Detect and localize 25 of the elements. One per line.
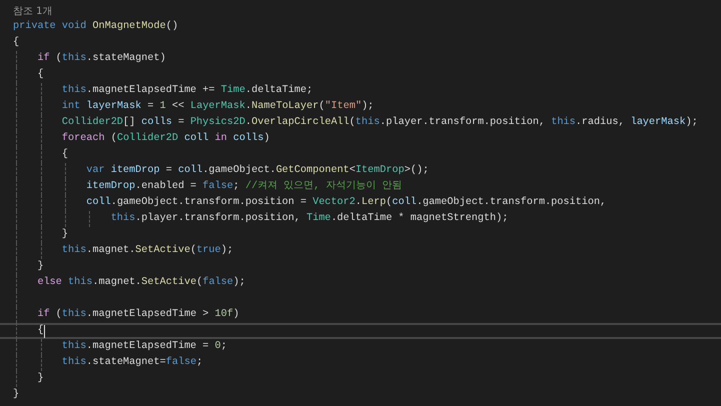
code-line: this.magnetElapsedTime += Time.deltaTime;	[62, 84, 313, 98]
code-line: {	[37, 68, 44, 82]
code-line: coll.gameObject.transform.position = Vector2.Lerp(coll.gameObject.transform.position,	[86, 196, 606, 210]
code-line: else this.magnet.SetActive(false);	[37, 276, 246, 290]
code-line: if (this.stateMagnet)	[37, 52, 166, 66]
text-cursor	[44, 324, 45, 338]
code-line: this.player.transform.position, Time.deltaTime * magnetStrength);	[110, 212, 508, 226]
code-line: private void OnMagnetMode()	[13, 20, 178, 34]
code-line: }	[37, 260, 44, 274]
code-line: int layerMask = 1 << LayerMask.NameToLayer("Item");	[62, 100, 374, 114]
code-line: {	[37, 324, 44, 338]
code-line: foreach (Collider2D coll in colls)	[62, 132, 270, 146]
code-line: if (this.magnetElapsedTime > 10f)	[37, 308, 240, 322]
code-line: }	[13, 388, 20, 402]
code-line: itemDrop.enabled = false; //켜져 있으면, 자석기능이 안됨	[86, 180, 402, 194]
reference-count-link[interactable]: 참조 1개	[13, 5, 53, 19]
code-line: var itemDrop = coll.gameObject.GetComponent<ItemDrop>();	[86, 164, 429, 178]
code-line: this.magnetElapsedTime = 0;	[62, 340, 228, 354]
code-line: {	[13, 36, 20, 50]
code-line: }	[62, 228, 68, 242]
code-line: }	[37, 372, 44, 386]
code-line: {	[62, 148, 68, 162]
code-line: this.stateMagnet=false;	[62, 356, 203, 370]
code-line: this.magnet.SetActive(true);	[62, 244, 234, 258]
code-line: Collider2D[] colls = Physics2D.OverlapCircleAll(this.player.transform.position, this.radius, layerMask);	[62, 116, 698, 130]
